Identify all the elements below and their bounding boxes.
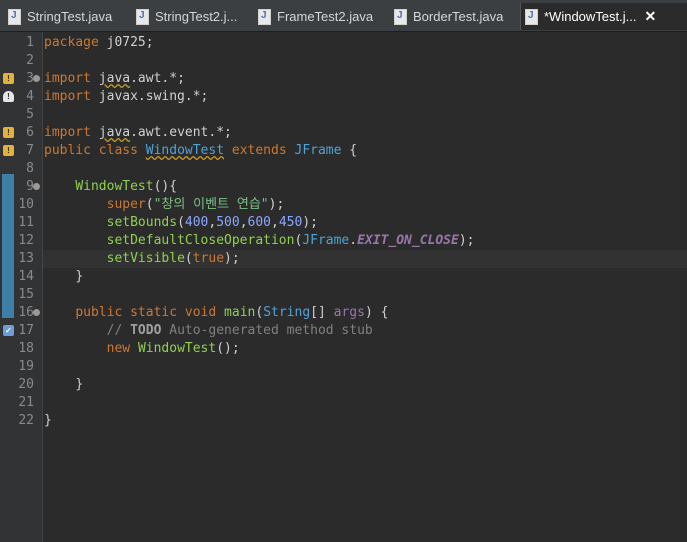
line-text[interactable]: WindowTest(){ — [44, 178, 177, 196]
java-file-icon — [525, 8, 538, 25]
code-line: ! 3 import java.awt.*; — [0, 70, 687, 88]
line-number: 18 — [18, 341, 34, 356]
line-number: 8 — [26, 161, 34, 176]
code-line: ! 4 import javax.swing.*; — [0, 88, 687, 106]
tab-label: FrameTest2.java — [277, 9, 374, 24]
line-text[interactable]: import javax.swing.*; — [44, 88, 208, 106]
warning-icon[interactable]: ! — [3, 127, 14, 138]
line-text[interactable]: public class WindowTest extends JFrame { — [44, 142, 357, 160]
line-number: 10 — [18, 197, 34, 212]
code-line: 20 } — [0, 376, 687, 394]
editor-tab-bar: StringTest.java StringTest2.j... FrameTe… — [0, 0, 687, 32]
line-text[interactable]: } — [44, 268, 83, 286]
alert-icon[interactable]: ! — [3, 91, 14, 102]
line-number: 3 — [26, 71, 34, 86]
java-file-icon — [8, 8, 21, 25]
line-number: 21 — [18, 395, 34, 410]
tab-label: BorderTest.java — [413, 9, 504, 24]
code-line: ✓ 17 // TODO Auto-generated method stub — [0, 322, 687, 340]
line-number: 22 — [18, 413, 34, 428]
warning-icon[interactable]: ! — [3, 145, 14, 156]
code-line: 16 public static void main(String[] args… — [0, 304, 687, 322]
line-number: 12 — [18, 233, 34, 248]
tab-label: StringTest2.j... — [155, 9, 238, 24]
code-line: 1 package j0725; — [0, 34, 687, 52]
line-text[interactable]: } — [44, 412, 52, 430]
line-number: 4 — [26, 89, 34, 104]
line-text[interactable]: new WindowTest(); — [44, 340, 240, 358]
line-text[interactable]: super("창의 이벤트 연습"); — [44, 196, 285, 214]
code-line: 19 — [0, 358, 687, 376]
line-number: 17 — [18, 323, 34, 338]
code-line: 10 super("창의 이벤트 연습"); — [0, 196, 687, 214]
line-number: 6 — [26, 125, 34, 140]
java-file-icon — [136, 8, 149, 25]
line-text[interactable]: setVisible(true); — [44, 250, 240, 268]
code-line-current: 13 setVisible(true); — [0, 250, 687, 268]
line-text[interactable]: setDefaultCloseOperation(JFrame.EXIT_ON_… — [44, 232, 475, 250]
line-number: 14 — [18, 269, 34, 284]
code-line: 2 — [0, 52, 687, 70]
line-text[interactable]: // TODO Auto-generated method stub — [44, 322, 373, 340]
line-number: 1 — [26, 35, 34, 50]
tab-label: StringTest.java — [27, 9, 113, 24]
line-number: 5 — [26, 107, 34, 122]
tab-label: *WindowTest.j... — [544, 9, 637, 24]
code-editor[interactable]: 1 package j0725; 2 ! 3 import java.awt.*… — [0, 32, 687, 542]
tab-stringtest[interactable]: StringTest.java — [8, 3, 112, 30]
tab-stringtest2[interactable]: StringTest2.j... — [136, 3, 237, 30]
code-line: 8 — [0, 160, 687, 178]
tab-bordertest[interactable]: BorderTest.java — [394, 3, 503, 30]
line-text[interactable]: import java.awt.*; — [44, 70, 185, 88]
line-number: 16 — [18, 305, 34, 320]
code-line: 5 — [0, 106, 687, 124]
line-number: 20 — [18, 377, 34, 392]
fold-toggle-icon[interactable] — [33, 309, 40, 316]
line-text[interactable]: setBounds(400,500,600,450); — [44, 214, 318, 232]
line-text[interactable]: } — [44, 376, 83, 394]
warning-icon[interactable]: ! — [3, 73, 14, 84]
code-line: ! 7 public class WindowTest extends JFra… — [0, 142, 687, 160]
code-line: ! 6 import java.awt.event.*; — [0, 124, 687, 142]
line-text[interactable]: public static void main(String[] args) { — [44, 304, 388, 322]
code-line: 14 } — [0, 268, 687, 286]
line-number: 19 — [18, 359, 34, 374]
line-number: 13 — [18, 251, 34, 266]
java-file-icon — [394, 8, 407, 25]
tab-frametest2[interactable]: FrameTest2.java — [258, 3, 373, 30]
line-text[interactable]: import java.awt.event.*; — [44, 124, 232, 142]
java-file-icon — [258, 8, 271, 25]
line-number: 2 — [26, 53, 34, 68]
line-number: 9 — [26, 179, 34, 194]
code-line: 12 setDefaultCloseOperation(JFrame.EXIT_… — [0, 232, 687, 250]
code-line: 18 new WindowTest(); — [0, 340, 687, 358]
fold-toggle-icon[interactable] — [33, 75, 40, 82]
tab-windowtest[interactable]: *WindowTest.j... ✕ — [520, 3, 687, 30]
code-line: 22 } — [0, 412, 687, 430]
close-tab-icon[interactable]: ✕ — [644, 8, 656, 25]
code-line: 9 WindowTest(){ — [0, 178, 687, 196]
code-line: 15 — [0, 286, 687, 304]
task-icon[interactable]: ✓ — [3, 325, 14, 336]
line-number: 11 — [18, 215, 34, 230]
line-number: 7 — [26, 143, 34, 158]
fold-toggle-icon[interactable] — [33, 183, 40, 190]
code-line: 11 setBounds(400,500,600,450); — [0, 214, 687, 232]
line-text[interactable]: package j0725; — [44, 34, 154, 52]
code-line: 21 — [0, 394, 687, 412]
line-number: 15 — [18, 287, 34, 302]
